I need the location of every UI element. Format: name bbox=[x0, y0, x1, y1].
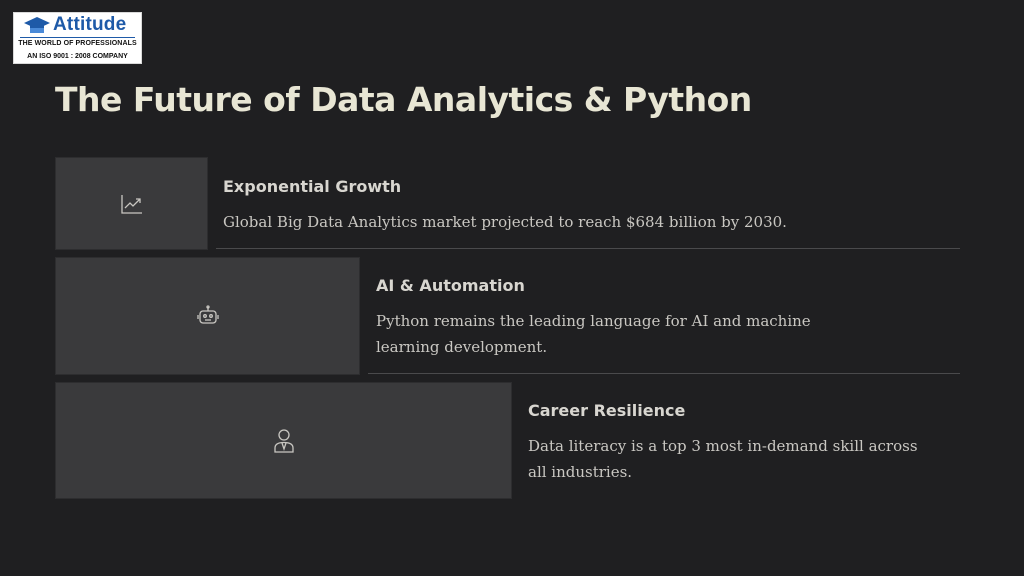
company-logo: Attitude THE WORLD OF PROFESSIONALS AN I… bbox=[13, 12, 142, 64]
item-description: Global Big Data Analytics market project… bbox=[223, 213, 787, 231]
robot-icon bbox=[196, 305, 219, 324]
item-description: Python remains the leading language for … bbox=[376, 312, 811, 356]
divider bbox=[216, 248, 960, 249]
item-title: AI & Automation bbox=[376, 276, 525, 295]
professional-person-icon bbox=[273, 428, 294, 453]
item-title: Career Resilience bbox=[528, 401, 686, 420]
item-description: Data literacy is a top 3 most in-demand … bbox=[528, 437, 918, 481]
graduation-cap-icon bbox=[24, 17, 50, 33]
item-title: Exponential Growth bbox=[223, 177, 402, 196]
page-title: The Future of Data Analytics & Python bbox=[55, 80, 752, 119]
logo-name: Attitude bbox=[53, 14, 127, 35]
automation-icon-card bbox=[55, 257, 360, 375]
divider bbox=[368, 373, 960, 374]
logo-divider bbox=[20, 37, 135, 38]
logo-tagline: THE WORLD OF PROFESSIONALS bbox=[18, 40, 137, 47]
growth-icon-card bbox=[55, 157, 208, 250]
career-icon-card bbox=[55, 382, 512, 499]
logo-certification: AN ISO 9001 : 2008 COMPANY bbox=[27, 53, 128, 60]
trend-chart-icon bbox=[120, 194, 142, 214]
